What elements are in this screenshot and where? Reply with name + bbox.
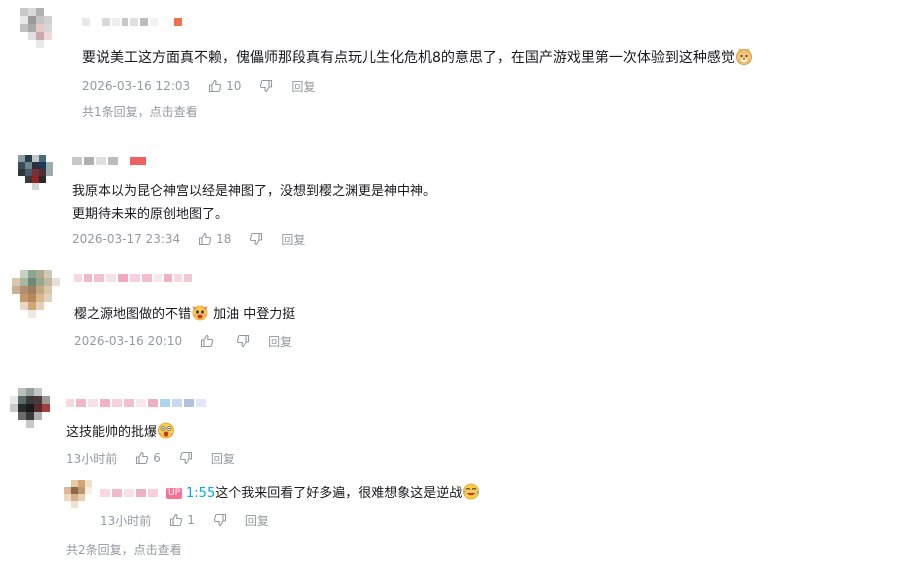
like-button[interactable]: 1	[169, 513, 195, 527]
like-count: 1	[187, 513, 195, 527]
doge-emoji-icon	[736, 48, 752, 65]
reply-button[interactable]: 回复	[291, 78, 315, 95]
avatar[interactable]	[20, 8, 60, 48]
comment-text: 要说美工这方面真不赖，傀儡师那段真有点玩儿生化危机8的意思了，在国产游戏里第一次…	[82, 47, 753, 68]
view-replies-link[interactable]: 共2条回复，点击查看	[66, 541, 182, 558]
dislike-button[interactable]	[249, 232, 263, 246]
like-button[interactable]: 6	[135, 451, 161, 465]
reply-button[interactable]: 回复	[211, 450, 235, 467]
thumb-up-icon	[209, 79, 222, 93]
username[interactable]	[66, 398, 206, 408]
like-button[interactable]: 10	[208, 79, 241, 93]
like-button[interactable]: 18	[198, 232, 231, 246]
username[interactable]	[82, 17, 182, 27]
avatar[interactable]	[64, 480, 92, 508]
like-count: 6	[153, 451, 161, 465]
username[interactable]	[72, 156, 146, 166]
reply-text: UP 1:55这个我来回看了好多遍，很难想象这是逆战	[166, 482, 480, 504]
thumb-down-icon	[237, 334, 250, 348]
dislike-button[interactable]	[236, 334, 250, 348]
comment-text-line2: 更期待未来的原创地图了。	[72, 207, 229, 222]
thumb-down-icon	[213, 513, 226, 527]
laugh-emoji-icon	[463, 483, 480, 500]
thumb-down-icon	[260, 79, 273, 93]
up-badge: UP	[166, 488, 183, 499]
username[interactable]	[74, 273, 192, 283]
dislike-button[interactable]	[179, 451, 193, 465]
comment-time: 13小时前	[66, 451, 118, 466]
comment-meta: 2026-03-17 23:34 18 回复	[72, 231, 305, 247]
reply-button[interactable]: 回复	[281, 231, 305, 248]
like-count: 10	[226, 79, 242, 93]
comment-text: 这技能帅的批爆	[66, 421, 175, 443]
username[interactable]	[100, 488, 158, 498]
cheer-emoji-icon	[192, 305, 208, 321]
avatar[interactable]	[10, 388, 58, 436]
shocked-emoji-icon	[158, 422, 174, 439]
like-count: 18	[216, 232, 232, 246]
thumb-down-icon	[179, 451, 192, 465]
reply-button[interactable]: 回复	[245, 512, 269, 529]
comment-text: 我原本以为昆仑神宫以经是神图了，没想到樱之渊更是神中神。	[72, 184, 437, 199]
thumb-up-icon	[170, 513, 183, 527]
avatar[interactable]	[18, 155, 53, 190]
reply-button[interactable]: 回复	[268, 333, 292, 350]
comment-text: 樱之源地图做的不错 加油 中登力挺	[74, 303, 295, 325]
reply-time: 13小时前	[100, 513, 152, 528]
comment-time: 2026-03-17 23:34	[72, 232, 181, 246]
avatar[interactable]	[12, 270, 60, 318]
thumb-down-icon	[250, 232, 263, 246]
reply-meta: 13小时前 1 回复	[100, 512, 269, 528]
comment-time: 2026-03-16 12:03	[82, 79, 191, 93]
thumb-up-icon	[201, 334, 214, 348]
comment-meta: 2026-03-16 12:03 10 回复	[82, 78, 315, 94]
comment-meta: 13小时前 6 回复	[66, 450, 235, 466]
like-button[interactable]	[200, 334, 218, 348]
video-timestamp-link[interactable]: 1:55	[186, 486, 215, 501]
dislike-button[interactable]	[259, 79, 273, 93]
comment-meta: 2026-03-16 20:10 回复	[74, 333, 292, 349]
comment-time: 2026-03-16 20:10	[74, 334, 183, 348]
thumb-up-icon	[136, 451, 149, 465]
view-replies-link[interactable]: 共1条回复，点击查看	[82, 103, 198, 120]
dislike-button[interactable]	[213, 513, 227, 527]
thumb-up-icon	[199, 232, 212, 246]
